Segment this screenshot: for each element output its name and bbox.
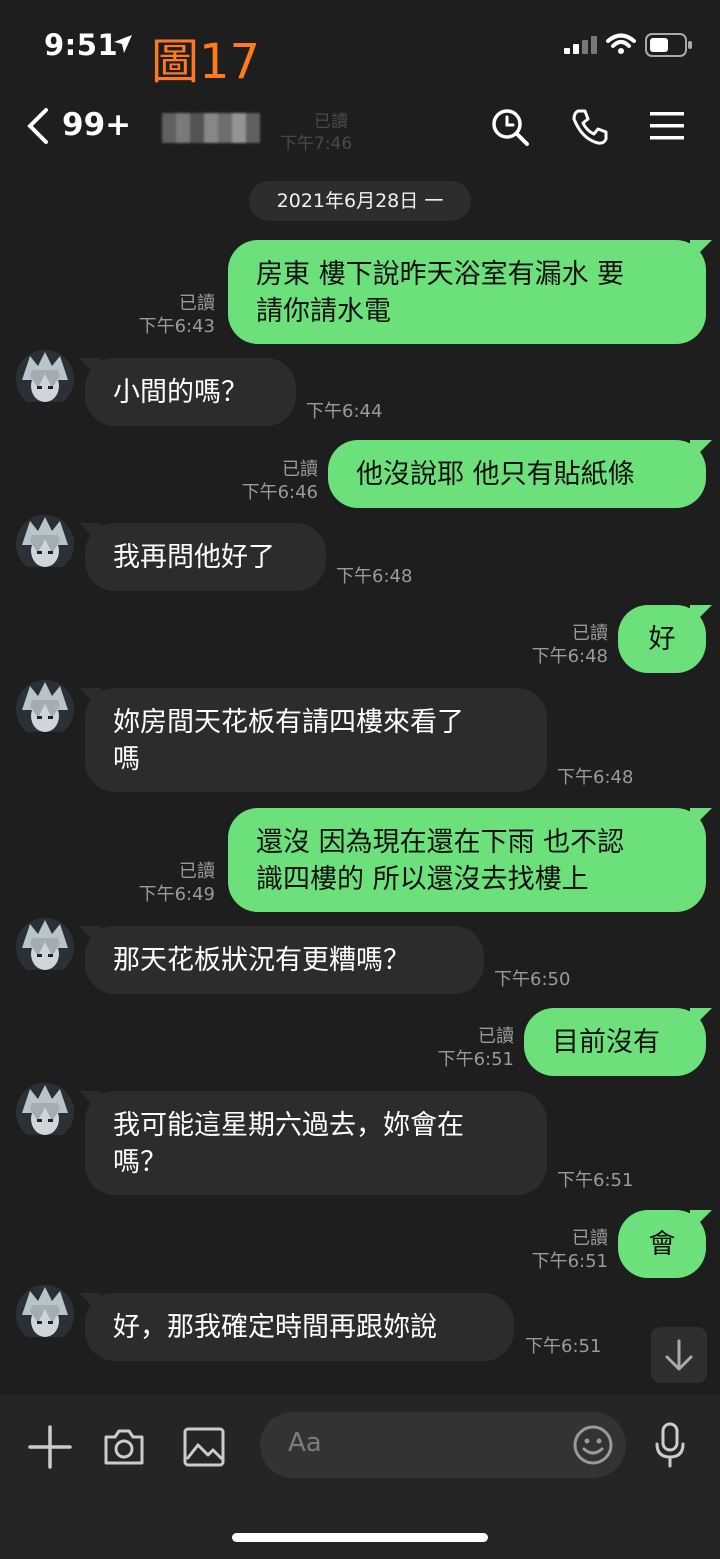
battery-icon [645,33,692,57]
incoming-message-bubble[interactable]: 妳房間天花板有請四樓來看了 嗎 [85,688,547,792]
message-time: 下午6:49 [138,884,215,905]
contact-avatar[interactable] [16,1083,74,1141]
message-input-placeholder: Aa [288,1428,322,1458]
message-line: 妳房間天花板有請四樓來看了 [113,707,464,738]
message-line: 識四樓的 所以還沒去找樓上 [256,864,589,895]
outgoing-message-bubble[interactable]: 還沒 因為現在還在下雨 也不認 識四樓的 所以還沒去找樓上 [228,808,706,912]
avatar-image-icon [16,515,74,573]
message-time: 下午6:51 [557,1170,634,1191]
back-chevron-icon[interactable] [26,107,50,145]
message-time: 下午6:44 [306,401,383,422]
avatar-image-icon [16,1083,74,1141]
read-receipt: 已讀 [179,861,215,882]
read-receipt: 已讀 [572,1228,608,1249]
message-line: 還沒 因為現在還在下雨 也不認 [256,827,625,858]
message-meta: 已讀 下午6:43 [139,292,215,338]
status-time: 9:51 [44,28,119,62]
message-time: 下午6:50 [494,969,571,990]
figure-label: 圖17 [151,34,261,90]
contact-avatar[interactable] [16,918,74,976]
contact-avatar[interactable] [16,515,74,573]
message-line: 好，那我確定時間再跟妳說 [113,1312,437,1343]
message-line: 他沒說耶 他只有貼紙條 [356,459,635,490]
image-icon[interactable] [182,1425,226,1469]
message-line: 會 [648,1229,676,1260]
date-separator: 2021年6月28日 一 [249,181,471,221]
unread-count[interactable]: 99+ [62,107,131,143]
phone-icon[interactable] [570,107,610,147]
wifi-icon [606,33,636,54]
message-line: 那天花板狀況有更糟嗎？ [113,945,410,976]
incoming-message-bubble[interactable]: 那天花板狀況有更糟嗎？ [85,926,484,994]
plus-icon[interactable] [28,1425,72,1469]
contact-avatar[interactable] [16,680,74,738]
read-receipt: 已讀 [572,623,608,644]
avatar-image-icon [16,350,74,408]
read-receipt: 已讀 [478,1026,514,1047]
emoji-icon[interactable] [572,1424,614,1466]
message-line: 房東 樓下說昨天浴室有漏水 要 [256,259,625,290]
message-line: 目前沒有 [552,1027,660,1058]
contact-avatar[interactable] [16,350,74,408]
read-receipt: 已讀 [282,459,318,480]
incoming-message-bubble[interactable]: 小間的嗎？ [85,358,296,426]
message-input-bar: Aa [0,1395,720,1559]
avatar-image-icon [16,680,74,738]
scroll-to-bottom-button[interactable] [651,1327,707,1383]
location-arrow-icon [114,35,132,53]
message-time: 下午6:48 [336,566,413,587]
message-line: 好 [648,624,676,655]
message-line: 小間的嗎？ [113,377,248,408]
status-bar: 9:51 圖17 [0,0,720,90]
incoming-message-bubble[interactable]: 我再問他好了 [85,523,326,591]
ghost-time-label: 下午7:46 [280,134,353,154]
microphone-icon[interactable] [654,1422,686,1468]
message-meta: 已讀 下午6:51 [438,1025,514,1071]
message-time: 下午6:51 [437,1049,514,1070]
arrow-down-icon [665,1339,693,1371]
signal-icon [564,36,597,54]
avatar-image-icon [16,1285,74,1343]
outgoing-message-bubble[interactable]: 好 [618,605,706,673]
camera-icon[interactable] [102,1425,146,1469]
menu-icon[interactable] [650,111,684,141]
outgoing-message-bubble[interactable]: 他沒說耶 他只有貼紙條 [328,440,706,508]
outgoing-message-bubble[interactable]: 房東 樓下說昨天浴室有漏水 要 請你請水電 [228,240,706,344]
message-line: 嗎 [113,744,140,775]
read-receipt: 已讀 [179,293,215,314]
message-meta: 已讀 下午6:49 [139,860,215,906]
incoming-message-bubble[interactable]: 好，那我確定時間再跟妳說 [85,1293,514,1361]
message-line: 我再問他好了 [113,542,275,573]
message-meta: 已讀 下午6:51 [532,1227,608,1273]
contact-avatar[interactable] [16,1285,74,1343]
outgoing-message-bubble[interactable]: 會 [618,1210,706,1278]
message-line: 嗎？ [113,1147,167,1178]
message-line: 我可能這星期六過去，妳會在 [113,1110,464,1141]
chat-header: 99+ 已讀 下午7:46 [0,95,720,165]
message-meta: 已讀 下午6:46 [242,458,318,504]
incoming-message-bubble[interactable]: 我可能這星期六過去，妳會在 嗎？ [85,1091,547,1195]
contact-name-blurred [162,113,260,143]
message-line: 請你請水電 [256,296,391,327]
avatar-image-icon [16,918,74,976]
message-time: 下午6:46 [241,482,318,503]
message-time: 下午6:51 [531,1251,608,1272]
outgoing-message-bubble[interactable]: 目前沒有 [524,1008,706,1076]
home-indicator [232,1533,488,1542]
message-time: 下午6:43 [138,316,215,337]
search-icon[interactable] [490,107,530,147]
message-meta: 已讀 下午6:48 [532,622,608,668]
message-time: 下午6:51 [525,1336,602,1357]
message-time: 下午6:48 [557,767,634,788]
message-time: 下午6:48 [531,646,608,667]
